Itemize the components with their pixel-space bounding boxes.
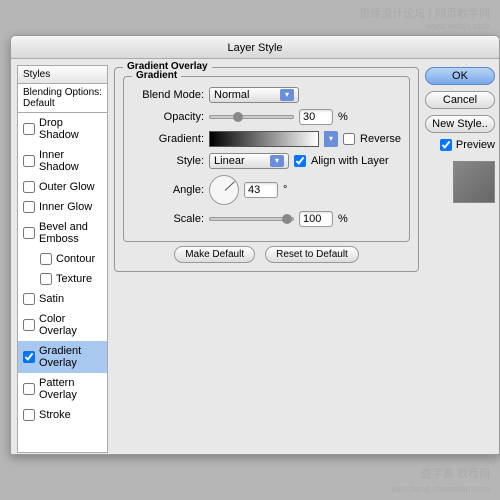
subgroup-title: Gradient — [132, 70, 181, 81]
style-item-label: Gradient Overlay — [39, 345, 102, 369]
blend-mode-label: Blend Mode: — [132, 89, 204, 101]
style-checkbox[interactable] — [23, 383, 35, 395]
main-panel: Gradient Overlay Gradient Blend Mode: No… — [108, 59, 425, 452]
style-item-label: Outer Glow — [39, 181, 95, 193]
gradient-label: Gradient: — [132, 133, 204, 145]
style-value: Linear — [214, 155, 245, 167]
style-item-label: Pattern Overlay — [39, 377, 102, 401]
sidebar-item-satin[interactable]: Satin — [18, 289, 107, 309]
angle-label: Angle: — [132, 184, 204, 196]
sidebar-item-pattern-overlay[interactable]: Pattern Overlay — [18, 373, 107, 405]
sidebar-item-outer-glow[interactable]: Outer Glow — [18, 177, 107, 197]
style-checkbox[interactable] — [23, 351, 35, 363]
cancel-button[interactable]: Cancel — [425, 91, 495, 109]
make-default-button[interactable]: Make Default — [174, 246, 255, 263]
style-checkbox[interactable] — [40, 273, 52, 285]
sidebar-item-contour[interactable]: Contour — [18, 249, 107, 269]
opacity-label: Opacity: — [132, 111, 204, 123]
watermark-url: jiaocheng.chazidian.com — [391, 484, 490, 494]
blend-mode-value: Normal — [214, 89, 249, 101]
opacity-slider[interactable] — [209, 115, 294, 119]
style-item-label: Color Overlay — [39, 313, 102, 337]
style-checkbox[interactable] — [23, 181, 35, 193]
dropdown-arrow-icon: ▾ — [280, 89, 294, 101]
angle-dial[interactable] — [209, 175, 239, 205]
style-item-label: Inner Shadow — [39, 149, 102, 173]
reverse-checkbox[interactable] — [343, 133, 355, 145]
align-label: Align with Layer — [311, 155, 389, 167]
sidebar-item-gradient-overlay[interactable]: Gradient Overlay — [18, 341, 107, 373]
scale-label: Scale: — [132, 213, 204, 225]
style-item-label: Stroke — [39, 409, 71, 421]
sidebar-item-inner-glow[interactable]: Inner Glow — [18, 197, 107, 217]
dropdown-arrow-icon: ▾ — [270, 155, 284, 167]
right-button-panel: OK Cancel New Style.. Preview — [425, 59, 499, 452]
style-checkbox[interactable] — [23, 227, 35, 239]
sidebar-item-stroke[interactable]: Stroke — [18, 405, 107, 425]
style-checkbox[interactable] — [23, 409, 35, 421]
gradient-dropdown-icon[interactable]: ▾ — [324, 131, 338, 147]
layer-style-dialog: Layer Style Styles Blending Options: Def… — [10, 35, 500, 455]
style-item-label: Satin — [39, 293, 64, 305]
style-item-label: Contour — [56, 253, 95, 265]
style-item-label: Inner Glow — [39, 201, 92, 213]
style-select[interactable]: Linear ▾ — [209, 153, 289, 169]
reset-default-button[interactable]: Reset to Default — [265, 246, 359, 263]
scale-input[interactable]: 100 — [299, 211, 333, 227]
reverse-label: Reverse — [360, 133, 401, 145]
blending-options[interactable]: Blending Options: Default — [17, 84, 108, 113]
styles-sidebar: Styles Blending Options: Default Drop Sh… — [11, 59, 108, 452]
angle-input[interactable]: 43 — [244, 182, 278, 198]
style-item-label: Bevel and Emboss — [39, 221, 102, 245]
gradient-picker[interactable] — [209, 131, 319, 147]
style-checkbox[interactable] — [23, 319, 35, 331]
opacity-input[interactable]: 30 — [299, 109, 333, 125]
preview-checkbox[interactable] — [440, 139, 452, 151]
preview-swatch — [453, 161, 495, 203]
watermark-text: 思缘设计论坛 — [359, 8, 425, 20]
style-label: Style: — [132, 155, 204, 167]
sidebar-item-drop-shadow[interactable]: Drop Shadow — [18, 113, 107, 145]
style-checkbox[interactable] — [23, 201, 35, 213]
scale-suffix: % — [338, 213, 348, 225]
ok-button[interactable]: OK — [425, 67, 495, 85]
style-checkbox[interactable] — [23, 155, 35, 167]
watermark-text: 网页教学网 — [435, 8, 490, 20]
style-item-label: Drop Shadow — [39, 117, 102, 141]
angle-suffix: ° — [283, 184, 287, 196]
style-checkbox[interactable] — [40, 253, 52, 265]
style-item-label: Texture — [56, 273, 92, 285]
opacity-suffix: % — [338, 111, 348, 123]
preview-label: Preview — [456, 139, 495, 151]
new-style-button[interactable]: New Style.. — [425, 115, 495, 133]
style-list: Drop Shadow Inner Shadow Outer Glow Inner G… — [17, 113, 108, 453]
align-checkbox[interactable] — [294, 155, 306, 167]
window-title: Layer Style — [227, 42, 282, 54]
watermark-url: www.webjx.com — [426, 21, 490, 31]
scale-slider[interactable] — [209, 217, 294, 221]
window-titlebar: Layer Style — [11, 36, 499, 59]
sidebar-item-bevel-and-emboss[interactable]: Bevel and Emboss — [18, 217, 107, 249]
sidebar-item-texture[interactable]: Texture — [18, 269, 107, 289]
style-checkbox[interactable] — [23, 293, 35, 305]
watermark-text: 查字典 教程网 — [421, 468, 490, 480]
blend-mode-select[interactable]: Normal ▾ — [209, 87, 299, 103]
preview-toggle[interactable]: Preview — [440, 139, 495, 151]
sidebar-item-color-overlay[interactable]: Color Overlay — [18, 309, 107, 341]
sidebar-item-inner-shadow[interactable]: Inner Shadow — [18, 145, 107, 177]
sidebar-header[interactable]: Styles — [17, 65, 108, 84]
style-checkbox[interactable] — [23, 123, 35, 135]
